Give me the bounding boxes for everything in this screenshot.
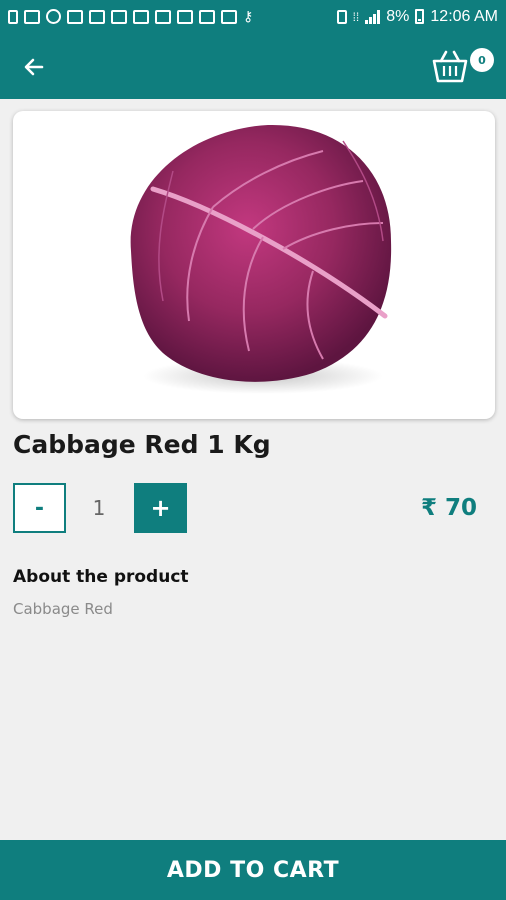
rupee-icon: ₹ <box>420 495 437 521</box>
product-description: Cabbage Red <box>13 600 113 618</box>
alarm-icon <box>336 9 347 24</box>
price-value: 70 <box>444 495 477 521</box>
grid-icon <box>155 9 171 24</box>
status-right: ⁞⁞ 8% 12:06 AM <box>336 7 498 26</box>
product-price: ₹ 70 <box>421 483 477 533</box>
download-icon <box>199 9 215 24</box>
status-time: 12:06 AM <box>430 7 498 25</box>
about-heading: About the product <box>13 567 189 587</box>
cart-button[interactable]: 0 <box>430 45 496 89</box>
notification-icons: ⚷ <box>8 8 253 25</box>
laptop-icon <box>221 9 237 24</box>
decrease-quantity-button[interactable]: - <box>13 483 66 533</box>
mail-icon <box>111 9 127 24</box>
cart-count-badge: 0 <box>470 48 494 72</box>
image-icon <box>177 9 193 24</box>
mail-icon <box>67 9 83 24</box>
battery-icon <box>415 9 425 24</box>
message-icon <box>24 9 40 24</box>
product-image <box>130 124 392 394</box>
vibrate-icon: ⁞⁞ <box>352 9 360 24</box>
quantity-row: - 1 + ₹ 70 <box>13 483 493 533</box>
increase-quantity-button[interactable]: + <box>134 483 187 533</box>
battery-percent: 8% <box>386 7 410 25</box>
app-bar: 0 <box>0 33 506 99</box>
notification-icon <box>8 9 18 24</box>
product-title: Cabbage Red 1 Kg <box>13 430 271 459</box>
signal-icon <box>365 9 381 24</box>
quantity-value: 1 <box>92 496 106 520</box>
add-to-cart-button[interactable]: ADD TO CART <box>0 840 506 900</box>
arrow-left-icon <box>24 58 44 76</box>
key-icon: ⚷ <box>243 8 254 24</box>
product-image-card <box>13 111 495 419</box>
status-bar: ⚷ ⁞⁞ 8% 12:06 AM <box>0 0 506 33</box>
mail-icon <box>133 9 149 24</box>
mail-icon <box>89 9 105 24</box>
basket-icon <box>432 50 468 83</box>
google-icon <box>46 9 61 24</box>
back-button[interactable] <box>14 47 54 87</box>
